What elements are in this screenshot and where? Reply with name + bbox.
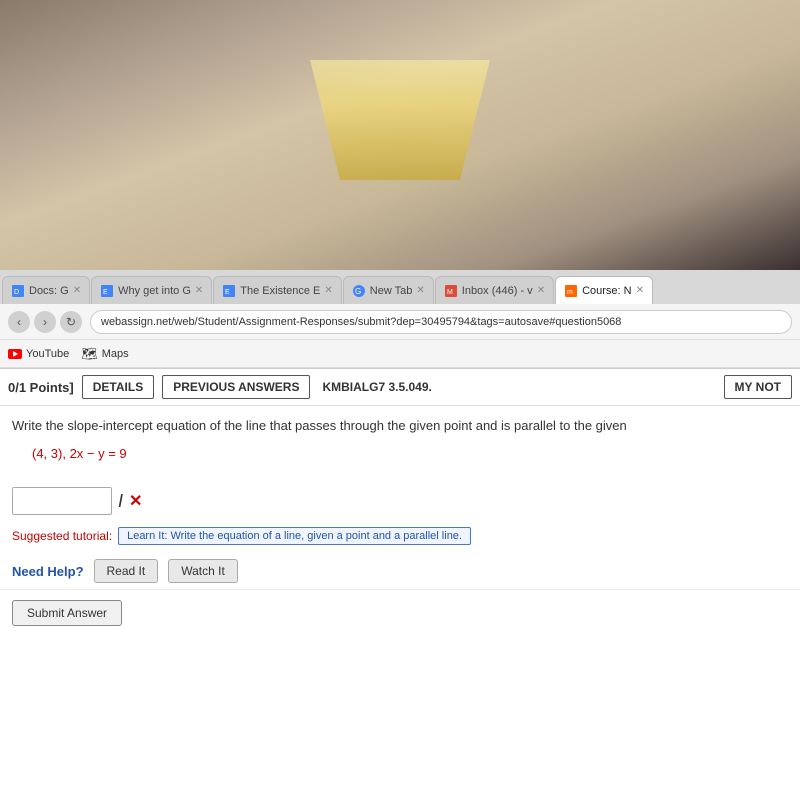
watch-it-button[interactable]: Watch It [168,559,238,583]
submit-answer-button[interactable]: Submit Answer [12,600,122,626]
answer-area: I ✕ [0,483,800,519]
tab-docs[interactable]: D Docs: G ✕ [2,276,90,304]
maps-icon: 🗺 [81,346,98,362]
previous-answers-button[interactable]: PREVIOUS ANSWERS [162,375,310,399]
bookmark-maps[interactable]: 🗺 Maps [81,346,128,362]
tab-existence[interactable]: E The Existence E ✕ [213,276,341,304]
docs-tab-close[interactable]: ✕ [73,285,81,296]
cursor-indicator: I [118,491,123,512]
svg-text:G: G [355,287,361,296]
svg-text:E: E [225,289,230,296]
newtab-tab-label: New Tab [370,285,413,297]
youtube-label: YouTube [26,348,69,360]
points-label: 0/1 Points] [8,380,74,395]
math-expression: (4, 3), 2x − y = 9 [32,444,788,464]
tab-course[interactable]: m Course: N ✕ [555,276,653,304]
inbox-tab-close[interactable]: ✕ [537,285,545,296]
error-x-icon: ✕ [129,491,142,511]
docs-favicon: D [11,284,25,298]
browser-chrome: D Docs: G ✕ E Why get into G ✕ E The Exi… [0,270,800,369]
read-it-button[interactable]: Read It [94,559,159,583]
course-tab-close[interactable]: ✕ [636,285,644,296]
need-help-label: Need Help? [12,564,84,579]
docs-tab-label: Docs: G [29,285,69,297]
tab-newtab[interactable]: G New Tab ✕ [343,276,434,304]
background-photo [0,0,800,270]
forward-button[interactable]: › [34,311,56,333]
tab-bar: D Docs: G ✕ E Why get into G ✕ E The Exi… [0,270,800,304]
youtube-icon [8,349,22,359]
nav-buttons: ‹ › ↻ [8,311,82,333]
svg-text:E: E [103,289,108,296]
reload-button[interactable]: ↻ [60,311,82,333]
why-tab-label: Why get into G [118,285,191,297]
back-button[interactable]: ‹ [8,311,30,333]
svg-text:M: M [447,289,453,296]
course-favicon: m [564,284,578,298]
svg-text:m: m [567,289,573,296]
question-id: KMBIALG7 3.5.049. [322,380,431,394]
tutorial-link[interactable]: Learn It: Write the equation of a line, … [118,527,471,545]
existence-tab-label: The Existence E [240,285,320,297]
content-area: 0/1 Points] DETAILS PREVIOUS ANSWERS KMB… [0,369,800,636]
inbox-tab-label: Inbox (446) - v [462,285,533,297]
bookmark-youtube[interactable]: YouTube [8,348,69,360]
tab-why-get-into[interactable]: E Why get into G ✕ [91,276,212,304]
tutorial-label: Suggested tutorial: [12,529,112,543]
address-bar-row: ‹ › ↻ [0,304,800,340]
question-header: 0/1 Points] DETAILS PREVIOUS ANSWERS KMB… [0,369,800,406]
details-button[interactable]: DETAILS [82,375,154,399]
question-body: Write the slope-intercept equation of th… [0,406,800,483]
youtube-play-triangle [13,351,18,357]
newtab-tab-close[interactable]: ✕ [416,285,424,296]
tab-inbox[interactable]: M Inbox (446) - v ✕ [435,276,554,304]
why-favicon: E [100,284,114,298]
newtab-favicon: G [352,284,366,298]
existence-favicon: E [222,284,236,298]
course-tab-label: Course: N [582,285,632,297]
submit-row: Submit Answer [0,589,800,636]
existence-tab-close[interactable]: ✕ [324,285,332,296]
address-input[interactable] [90,310,792,334]
svg-text:D: D [14,289,19,296]
maps-label: Maps [102,348,129,360]
inbox-favicon: M [444,284,458,298]
question-text: Write the slope-intercept equation of th… [12,416,788,436]
bookmarks-bar: YouTube 🗺 Maps [0,340,800,368]
help-row: Need Help? Read It Watch It [0,553,800,589]
why-tab-close[interactable]: ✕ [195,285,203,296]
tutorial-row: Suggested tutorial: Learn It: Write the … [0,519,800,553]
answer-input[interactable] [12,487,112,515]
my-notes-button[interactable]: MY NOT [724,375,792,399]
